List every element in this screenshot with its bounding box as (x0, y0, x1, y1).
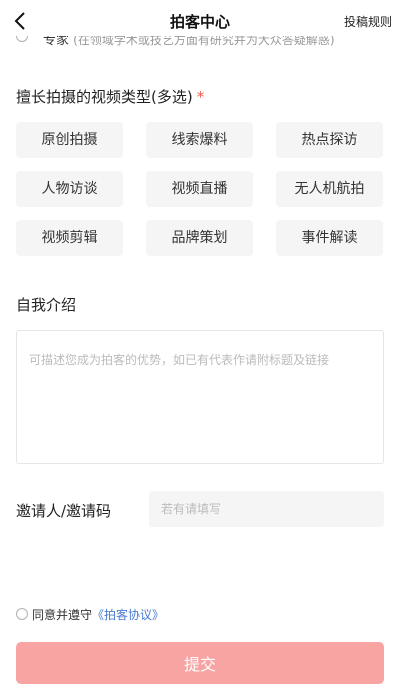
tag-brand-planning[interactable]: 品牌策划 (146, 220, 253, 256)
expert-description: (在领域学术或技艺方面有研究并为大众答疑解惑) (73, 36, 335, 47)
expert-radio[interactable] (16, 36, 28, 42)
video-type-tags: 原创拍摄 线索爆料 热点探访 人物访谈 视频直播 无人机航拍 视频剪辑 品牌策划… (16, 122, 384, 256)
invite-input[interactable] (149, 491, 384, 527)
intro-heading: 自我介绍 (16, 296, 77, 314)
required-mark: * (196, 88, 205, 106)
submission-rules-link[interactable]: 投稿规则 (344, 13, 392, 30)
agreement-radio[interactable] (16, 608, 28, 620)
tag-tip-off[interactable]: 线索爆料 (146, 122, 253, 158)
tag-hot-spot-visit[interactable]: 热点探访 (276, 122, 383, 158)
tag-drone-aerial[interactable]: 无人机航拍 (276, 171, 383, 207)
agreement-link[interactable]: 《拍客协议》 (92, 606, 164, 623)
agreement-text: 同意并遵守 (32, 607, 93, 622)
tag-video-editing[interactable]: 视频剪辑 (16, 220, 123, 256)
submit-button[interactable]: 提交 (16, 642, 384, 684)
tag-interview[interactable]: 人物访谈 (16, 171, 123, 207)
page-title: 拍客中心 (169, 13, 230, 31)
expert-label: 专家 (43, 36, 70, 48)
intro-textarea[interactable] (17, 331, 383, 463)
video-types-heading: 擅长拍摄的视频类型(多选) * (16, 86, 204, 107)
invite-label: 邀请人/邀请码 (16, 502, 112, 520)
video-types-title: 擅长拍摄的视频类型(多选) (16, 88, 193, 106)
intro-box (16, 330, 384, 464)
tag-event-analysis[interactable]: 事件解读 (276, 220, 383, 256)
tag-live-stream[interactable]: 视频直播 (146, 171, 253, 207)
agreement-row[interactable]: 同意并遵守 《拍客协议》 (16, 606, 164, 622)
tag-original-shooting[interactable]: 原创拍摄 (16, 122, 123, 158)
expert-option[interactable]: 专家 (在领域学术或技艺方面有研究并为大众答疑解惑) (0, 36, 400, 52)
expert-option-text: 专家 (在领域学术或技艺方面有研究并为大众答疑解惑) (43, 36, 335, 48)
